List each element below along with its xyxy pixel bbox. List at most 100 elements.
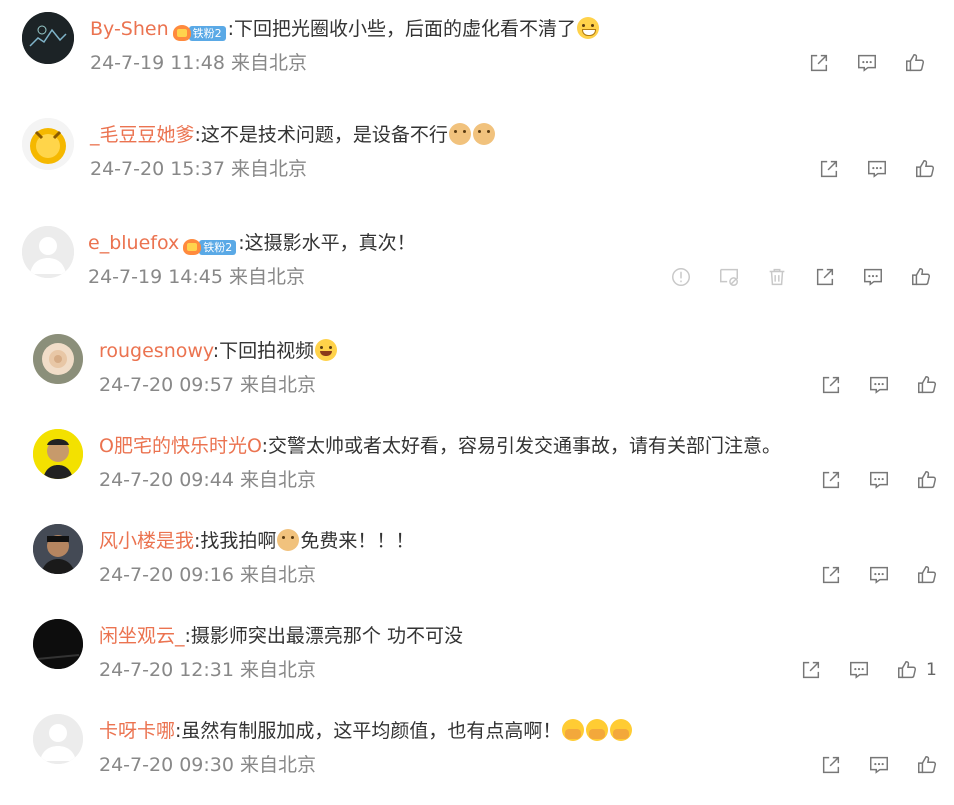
reply-button[interactable] <box>866 562 892 588</box>
share-icon <box>822 756 840 774</box>
reply-button[interactable] <box>866 752 892 778</box>
comment-location: 来自北京 <box>231 158 308 180</box>
comment-text: :交警太帅或者太好看，容易引发交通事故，请有关部门注意。 <box>261 435 781 457</box>
username-link[interactable]: 风小楼是我 <box>99 530 194 552</box>
avatar[interactable] <box>33 524 83 574</box>
like-button[interactable] <box>914 752 940 778</box>
comment-text: :虽然有制服加成，这平均颜值，也有点高啊！ <box>175 720 562 742</box>
doge-emoji-icon <box>448 123 471 145</box>
reply-button[interactable] <box>866 372 892 398</box>
reply-item: 闲坐观云_:摄影师突出最漂亮那个 功不可没 24-7-20 12:31 来自北京… <box>33 619 943 689</box>
like-button[interactable] <box>908 264 934 290</box>
comment-icon <box>870 756 888 774</box>
comment-item: _毛豆豆她爹:这不是技术问题，是设备不行 24-7-20 15:37 来自北京 <box>22 118 942 188</box>
share-button[interactable] <box>816 156 842 182</box>
avatar[interactable] <box>22 118 74 170</box>
username-link[interactable]: By-Shen <box>90 18 169 40</box>
share-icon <box>810 54 828 72</box>
avatar[interactable] <box>22 12 74 64</box>
username-link[interactable]: 卡呀卡哪 <box>99 720 175 742</box>
comment-time: 24-7-19 11:48 <box>90 52 225 74</box>
comment-item: e_bluefox 铁粉2:这摄影水平，真次！ 24-7-19 14:45 来自北… <box>22 226 942 296</box>
like-button[interactable] <box>914 562 940 588</box>
like-button[interactable] <box>914 372 940 398</box>
reply-item: rougesnowy:下回拍视频 24-7-20 09:57 来自北京 <box>33 334 943 404</box>
like-button[interactable] <box>894 657 920 683</box>
comment-time: 24-7-20 09:16 <box>99 564 234 586</box>
comment-icon <box>864 268 882 286</box>
reply-button[interactable] <box>864 156 890 182</box>
reply-item: O肥宅的快乐时光O:交警太帅或者太好看，容易引发交通事故，请有关部门注意。 24… <box>33 429 943 499</box>
share-button[interactable] <box>818 467 844 493</box>
clap-emoji-icon <box>586 719 609 741</box>
username-link[interactable]: O肥宅的快乐时光O <box>99 435 262 457</box>
fan-badge[interactable]: 铁粉2 <box>172 25 226 41</box>
like-count: 1 <box>926 660 937 680</box>
delete-button[interactable] <box>764 264 790 290</box>
fan-badge-label: 铁粉2 <box>199 239 237 255</box>
share-button[interactable] <box>818 752 844 778</box>
fan-badge[interactable]: 铁粉2 <box>183 239 237 255</box>
comment-icon <box>868 160 886 178</box>
comment-text: :这摄影水平，真次！ <box>238 232 416 254</box>
like-button[interactable] <box>914 467 940 493</box>
block-button[interactable] <box>716 264 742 290</box>
share-button[interactable] <box>818 372 844 398</box>
reply-button[interactable] <box>860 264 886 290</box>
block-comment-icon <box>720 268 738 286</box>
comment-time: 24-7-19 14:45 <box>88 266 223 288</box>
reply-button[interactable] <box>866 467 892 493</box>
comment-text: :这不是技术问题，是设备不行 <box>194 124 448 146</box>
reply-item: 风小楼是我:找我拍啊 免费来！！！ 24-7-20 09:16 来自北京 <box>33 524 943 594</box>
thumbs-up-icon <box>912 268 931 286</box>
username-link[interactable]: 闲坐观云_ <box>99 625 185 647</box>
comment-location: 来自北京 <box>240 754 317 776</box>
comment-text: :下回拍视频 <box>212 340 315 362</box>
avatar[interactable] <box>33 714 83 764</box>
share-button[interactable] <box>818 562 844 588</box>
crown-icon <box>172 25 191 41</box>
avatar[interactable] <box>22 226 74 278</box>
like-button[interactable] <box>902 50 928 76</box>
comment-location: 来自北京 <box>240 564 317 586</box>
username-link[interactable]: rougesnowy <box>99 340 213 362</box>
share-icon <box>822 376 840 394</box>
avatar[interactable] <box>33 429 83 479</box>
share-button[interactable] <box>806 50 832 76</box>
share-button[interactable] <box>798 657 824 683</box>
report-button[interactable] <box>668 264 694 290</box>
thumbs-up-icon <box>918 471 937 489</box>
laugh-cry-emoji-icon <box>315 339 338 361</box>
username-link[interactable]: _毛豆豆她爹 <box>90 124 195 146</box>
clap-emoji-icon <box>562 719 585 741</box>
trash-icon <box>769 268 785 286</box>
comment-item: By-Shen 铁粉2:下回把光圈收小些，后面的虚化看不清了 24-7-19 11… <box>22 12 942 82</box>
comment-time: 24-7-20 12:31 <box>99 659 234 681</box>
avatar[interactable] <box>33 334 83 384</box>
comment-text: :找我拍啊 <box>194 530 277 552</box>
doge-emoji-icon <box>472 123 495 145</box>
thumbs-up-icon <box>898 661 917 679</box>
like-button[interactable] <box>912 156 938 182</box>
share-icon <box>802 661 820 679</box>
reply-button[interactable] <box>846 657 872 683</box>
comment-location: 来自北京 <box>231 52 308 74</box>
share-button[interactable] <box>812 264 838 290</box>
comment-icon <box>870 376 888 394</box>
clap-emoji-icon <box>610 719 633 741</box>
comment-text-tail: 免费来！！！ <box>300 530 415 552</box>
comment-time: 24-7-20 15:37 <box>90 158 225 180</box>
reply-button[interactable] <box>854 50 880 76</box>
comment-icon <box>858 54 876 72</box>
username-link[interactable]: e_bluefox <box>88 232 179 254</box>
doge-emoji-icon <box>277 529 300 551</box>
thumbs-up-icon <box>916 160 935 178</box>
share-icon <box>816 268 834 286</box>
reply-item: 卡呀卡哪:虽然有制服加成，这平均颜值，也有点高啊！ 24-7-20 09:30 … <box>33 714 943 784</box>
share-icon <box>822 566 840 584</box>
comment-icon <box>870 566 888 584</box>
share-icon <box>820 160 838 178</box>
avatar[interactable] <box>33 619 83 669</box>
thumbs-up-icon <box>918 376 937 394</box>
comment-location: 来自北京 <box>240 659 317 681</box>
